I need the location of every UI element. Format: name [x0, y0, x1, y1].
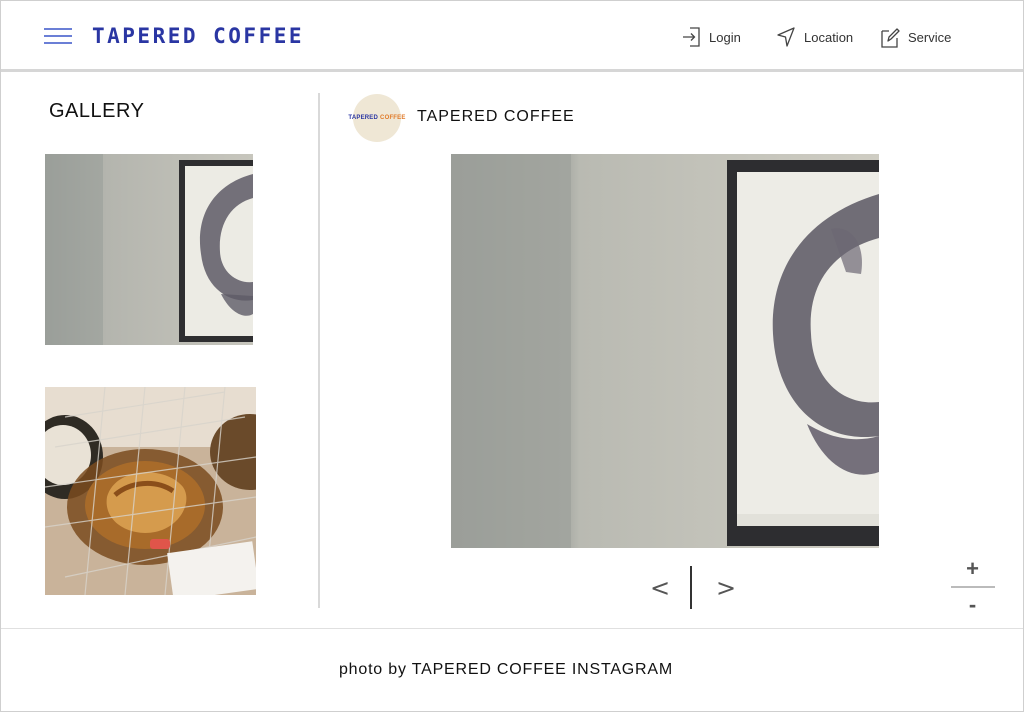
nav-service-label: Service [908, 29, 952, 45]
nav-login[interactable]: Login [681, 24, 741, 50]
zoom-divider [951, 586, 995, 588]
nav-service[interactable]: Service [880, 24, 951, 50]
profile-avatar[interactable]: TAPERED COFFEE [348, 94, 405, 142]
footer-divider [1, 628, 1023, 629]
zoom-out-button[interactable]: - [950, 592, 995, 618]
edit-icon [881, 28, 900, 48]
nav-location[interactable]: Location [776, 24, 853, 50]
sidebar-divider [318, 93, 320, 608]
location-icon [777, 27, 795, 47]
brand-logo[interactable]: TAPERED COFFEE [92, 24, 304, 48]
artwork-wall-photo-large [451, 154, 879, 548]
login-icon [683, 27, 700, 47]
main-photo[interactable] [451, 154, 879, 548]
profile-name[interactable]: TAPERED COFFEE [417, 108, 575, 126]
gallery-heading: GALLERY [49, 100, 145, 122]
next-photo-button[interactable]: > [716, 574, 736, 602]
pastry-photo [45, 387, 256, 595]
hamburger-menu-icon[interactable] [44, 26, 72, 46]
zoom-in-button[interactable]: + [950, 556, 995, 582]
header-divider [1, 69, 1023, 72]
nav-location-label: Location [804, 29, 854, 45]
previous-photo-button[interactable]: < [650, 574, 670, 602]
nav-login-label: Login [709, 29, 741, 45]
photo-credit: photo by TAPERED COFFEE INSTAGRAM [338, 661, 674, 678]
gallery-thumbnail-artwork[interactable] [45, 154, 253, 345]
avatar-text-primary: TAPERED [348, 115, 379, 121]
arrow-divider [690, 566, 692, 609]
avatar-text-secondary: COFFEE [380, 115, 406, 121]
gallery-thumbnail-pastry[interactable] [45, 387, 256, 595]
artwork-wall-photo [45, 154, 253, 345]
